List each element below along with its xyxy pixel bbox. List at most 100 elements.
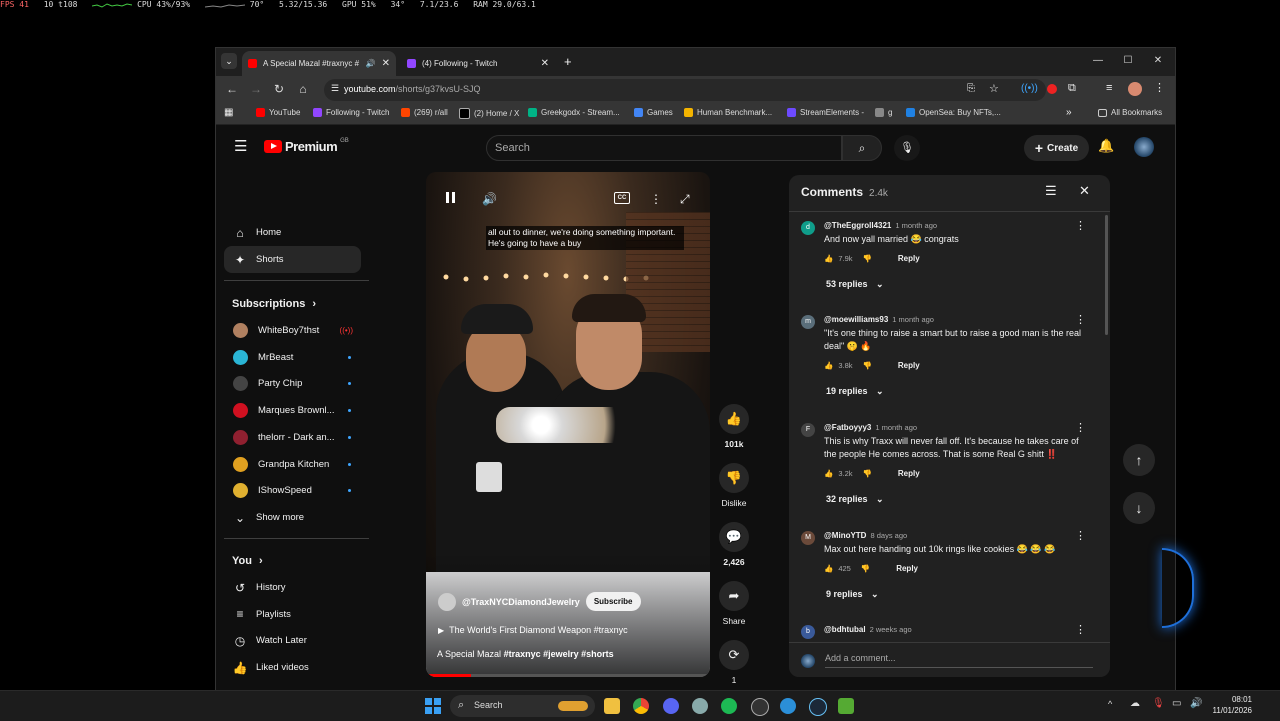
steam-icon[interactable]: [809, 698, 827, 716]
sidebar-item-subscription[interactable]: Party Chip: [224, 370, 361, 397]
view-replies-button[interactable]: 9 replies ⌄: [826, 589, 879, 600]
previous-short-button[interactable]: ↑: [1123, 444, 1155, 476]
comment-menu-icon[interactable]: ⋮: [1075, 421, 1086, 434]
new-tab-button[interactable]: +: [564, 54, 572, 69]
discord-icon[interactable]: [663, 698, 679, 714]
profile-avatar[interactable]: [1128, 82, 1142, 96]
fullscreen-icon[interactable]: ⤢: [680, 192, 690, 207]
short-title[interactable]: A Special Mazal #traxnyc #jewelry #short…: [437, 649, 614, 659]
close-comments-icon[interactable]: ✕: [1079, 183, 1090, 199]
search-button[interactable]: ⌕: [842, 135, 882, 161]
file-explorer-icon[interactable]: [604, 698, 620, 714]
bookmark-item[interactable]: (2) Home / X: [459, 108, 519, 119]
bookmark-item[interactable]: g: [875, 108, 892, 117]
apps-grid-icon[interactable]: ▦: [224, 107, 233, 118]
music-row[interactable]: ▶ The World's First Diamond Weapon #trax…: [438, 625, 628, 635]
app-c-icon[interactable]: [780, 698, 796, 714]
thumbs-down-icon[interactable]: 👎: [863, 469, 872, 478]
comment-author[interactable]: @moewilliams93 1 month ago: [824, 315, 934, 324]
more-options-icon[interactable]: ⋮: [650, 192, 662, 206]
display-icon[interactable]: ▭: [1172, 698, 1181, 709]
channel-name[interactable]: @TraxNYCDiamondJewelry: [462, 597, 580, 607]
taskbar-search[interactable]: ⌕ Search: [450, 695, 595, 717]
like-button[interactable]: 👍 101k: [714, 404, 754, 449]
install-app-icon[interactable]: ⎘: [967, 83, 975, 94]
sidebar-item-watch-later[interactable]: ◷ Watch Later: [224, 627, 361, 654]
notifications-bell-icon[interactable]: 🔔: [1098, 138, 1114, 154]
close-tab-icon[interactable]: ✕: [541, 58, 549, 69]
bookmark-item[interactable]: (269) r/all: [401, 108, 448, 117]
thumbs-down-icon[interactable]: 👎: [863, 254, 872, 263]
reply-button[interactable]: Reply: [898, 254, 920, 263]
app-feather-icon[interactable]: [838, 698, 854, 714]
sidebar-item-history[interactable]: ↺ History: [224, 574, 361, 601]
commenter-avatar[interactable]: m: [801, 315, 815, 329]
extension-record-icon[interactable]: [1047, 84, 1057, 94]
sidebar-item-home[interactable]: ⌂ Home: [224, 219, 361, 246]
add-comment-input[interactable]: Add a comment...: [825, 653, 1093, 668]
reply-button[interactable]: Reply: [896, 564, 918, 573]
commenter-avatar[interactable]: F: [801, 423, 815, 437]
short-video-player[interactable]: 🔊 CC ⋮ ⤢ all out to dinner, we're doing …: [426, 172, 710, 677]
subscriptions-heading[interactable]: Subscriptions ›: [232, 298, 316, 310]
home-button[interactable]: ⌂: [295, 82, 311, 96]
chrome-menu-icon[interactable]: ⋮: [1154, 81, 1165, 94]
youtube-logo[interactable]: Premium GB: [264, 138, 349, 154]
hamburger-menu-icon[interactable]: ☰: [234, 137, 247, 155]
maximize-button[interactable]: ☐: [1121, 55, 1135, 66]
extensions-puzzle-icon[interactable]: ⧉: [1068, 82, 1076, 95]
sidebar-item-subscription[interactable]: Grandpa Kitchen: [224, 451, 361, 478]
next-short-button[interactable]: ↓: [1123, 492, 1155, 524]
comment-menu-icon[interactable]: ⋮: [1075, 313, 1086, 326]
extension-wave-icon[interactable]: ((•)): [1021, 83, 1038, 94]
create-button[interactable]: + Create: [1024, 135, 1089, 161]
subscribe-button[interactable]: Subscribe: [585, 592, 641, 611]
thumbs-up-icon[interactable]: 👍: [824, 361, 833, 370]
bookmark-item[interactable]: Human Benchmark...: [684, 108, 772, 117]
remix-button[interactable]: ⟳ 1: [714, 640, 754, 685]
obs-icon[interactable]: [751, 698, 769, 716]
spotify-icon[interactable]: [721, 698, 737, 714]
voice-search-button[interactable]: 🎙: [894, 135, 920, 161]
reply-button[interactable]: Reply: [898, 469, 920, 478]
bookmark-item[interactable]: Following - Twitch: [313, 108, 389, 117]
thumbs-up-icon[interactable]: 👍: [824, 564, 833, 573]
chrome-icon[interactable]: [633, 698, 649, 714]
tab-youtube-short[interactable]: A Special Mazal #traxnyc # 🔊 ✕: [242, 51, 396, 76]
sidebar-item-playlists[interactable]: ≡ Playlists: [224, 601, 361, 628]
view-replies-button[interactable]: 19 replies ⌄: [826, 386, 884, 397]
bookmark-item[interactable]: StreamElements -: [787, 108, 864, 117]
commenter-avatar[interactable]: b: [801, 625, 815, 639]
bookmark-item[interactable]: YouTube: [256, 108, 300, 117]
captions-button[interactable]: CC: [614, 192, 630, 204]
comment-author[interactable]: @Fatboyyy3 1 month ago: [824, 423, 917, 432]
volume-tray-icon[interactable]: 🔊: [1190, 698, 1202, 709]
bookmark-item[interactable]: Games: [634, 108, 673, 117]
close-tab-icon[interactable]: ✕: [382, 58, 390, 69]
minimize-button[interactable]: —: [1091, 55, 1105, 66]
volume-button[interactable]: 🔊: [482, 192, 497, 206]
scrollbar-thumb[interactable]: [1105, 215, 1108, 335]
view-replies-button[interactable]: 32 replies ⌄: [826, 494, 884, 505]
channel-avatar[interactable]: [438, 592, 456, 611]
thumbs-up-icon[interactable]: 👍: [824, 254, 833, 263]
bookmark-item[interactable]: Greekgodx - Stream...: [528, 108, 620, 117]
commenter-avatar[interactable]: M: [801, 531, 815, 545]
clock[interactable]: 08:01 11/01/2026: [1208, 694, 1252, 716]
account-avatar[interactable]: [1134, 137, 1154, 157]
tray-overflow-icon[interactable]: ^: [1108, 699, 1112, 709]
comments-button[interactable]: 💬 2,426: [714, 522, 754, 567]
thumbs-down-icon[interactable]: 👎: [863, 361, 872, 370]
tab-search-button[interactable]: ⌄: [221, 53, 237, 69]
bookmark-item[interactable]: OpenSea: Buy NFTs,...: [906, 108, 1001, 117]
speaker-icon[interactable]: 🔊: [366, 59, 376, 68]
sidebar-item-subscription[interactable]: thelorr - Dark an...: [224, 424, 361, 451]
address-bar[interactable]: ☰ youtube.com/shorts/g37kvsU-SJQ ⎘ ☆: [324, 79, 1046, 101]
you-heading[interactable]: You ›: [232, 555, 263, 567]
video-progress-bar[interactable]: [426, 674, 710, 677]
view-replies-button[interactable]: 53 replies ⌄: [826, 279, 884, 290]
search-input[interactable]: Search: [486, 135, 842, 161]
microphone-tray-icon[interactable]: 🎙: [1152, 698, 1165, 709]
forward-button[interactable]: →: [248, 82, 264, 96]
tab-twitch[interactable]: (4) Following - Twitch ✕: [401, 51, 555, 76]
